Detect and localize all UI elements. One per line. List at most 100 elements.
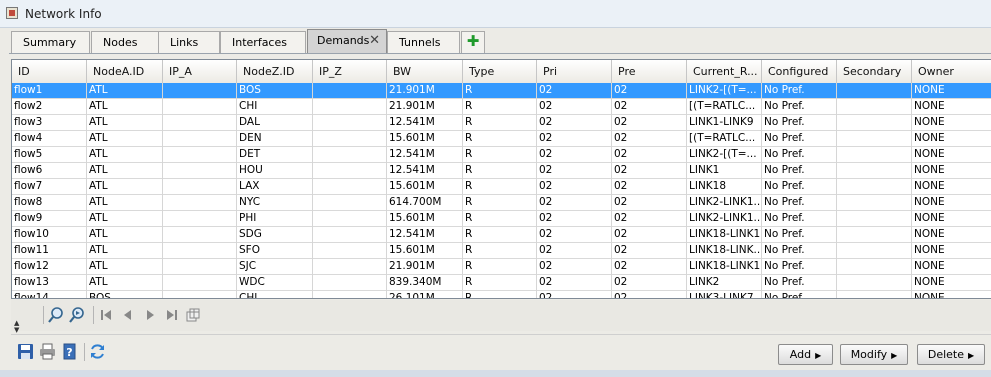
cell-id: flow8: [12, 195, 87, 211]
cell-id: flow10: [12, 227, 87, 243]
cell-ip-z: [313, 163, 387, 179]
column-header-nodez-id[interactable]: NodeZ.ID: [237, 60, 313, 83]
cell-type: R: [463, 291, 537, 298]
modify-label: Modify: [850, 348, 888, 361]
record-table-icon[interactable]: [184, 306, 202, 324]
cell-pri: 02: [537, 115, 612, 131]
add-tab-button[interactable]: ✚: [461, 31, 485, 53]
table-row[interactable]: flow7 ATL LAX 15.601M R 02 02 LINK18 No Pref. NON…: [12, 179, 991, 195]
column-header-owner[interactable]: Owner: [912, 60, 991, 83]
table-row[interactable]: flow4 ATL DEN 15.601M R 02 02 [(T=RATLC... No Pr…: [12, 131, 991, 147]
column-header-id[interactable]: ID: [12, 60, 87, 83]
cell-id: flow7: [12, 179, 87, 195]
tab-links[interactable]: Links: [158, 31, 220, 53]
cell-id: flow13: [12, 275, 87, 291]
cell-ip-a: [163, 259, 237, 275]
table-row[interactable]: flow12 ATL SJC 21.901M R 02 02 LINK18-LINK13 No …: [12, 259, 991, 275]
cell-bw: 26.101M: [387, 291, 463, 298]
cell-type: R: [463, 83, 537, 99]
cell-ip-z: [313, 115, 387, 131]
cell-secondary: [837, 243, 912, 259]
last-record-icon[interactable]: [163, 306, 181, 324]
cell-configured: No Pref.: [762, 259, 837, 275]
cell-pre: 02: [612, 131, 687, 147]
table-row[interactable]: flow11 ATL SFO 15.601M R 02 02 LINK18-LINK... No…: [12, 243, 991, 259]
tab-summary[interactable]: Summary: [11, 31, 90, 53]
print-icon[interactable]: [39, 343, 56, 360]
cell-ip-a: [163, 83, 237, 99]
column-header-current-route[interactable]: Current_R...: [687, 60, 762, 83]
cell-owner: NONE: [912, 195, 991, 211]
cell-secondary: [837, 211, 912, 227]
modify-button[interactable]: Modify ▶: [840, 344, 908, 365]
cell-type: R: [463, 243, 537, 259]
cell-secondary: [837, 275, 912, 291]
find-icon[interactable]: [47, 306, 65, 324]
cell-pre: 02: [612, 259, 687, 275]
table-row[interactable]: flow2 ATL CHI 21.901M R 02 02 [(T=RATLC... No Pr…: [12, 99, 991, 115]
table-row[interactable]: flow9 ATL PHI 15.601M R 02 02 LINK2-LINK1... No …: [12, 211, 991, 227]
cell-configured: No Pref.: [762, 243, 837, 259]
cell-pri: 02: [537, 163, 612, 179]
svg-text:?: ?: [66, 346, 72, 359]
cell-nodez-id: DET: [237, 147, 313, 163]
tab-divider: [9, 53, 991, 54]
window-title: Network Info: [25, 7, 102, 21]
cell-id: flow2: [12, 99, 87, 115]
cell-nodea-id: ATL: [87, 99, 163, 115]
tab-tunnels[interactable]: Tunnels: [387, 31, 460, 53]
table-row[interactable]: flow14 BOS CHI 26.101M R 02 02 LINK3-LINK7 No Pr…: [12, 291, 991, 298]
column-header-pri[interactable]: Pri: [537, 60, 612, 83]
cell-secondary: [837, 195, 912, 211]
save-icon[interactable]: [17, 343, 34, 360]
table-header: ID NodeA.ID IP_A NodeZ.ID IP_Z BW Type Pri Pre Cu…: [12, 60, 991, 84]
first-record-icon[interactable]: [97, 306, 115, 324]
chevron-right-icon: ▶: [968, 351, 975, 360]
column-header-nodea-id[interactable]: NodeA.ID: [87, 60, 163, 83]
delete-button[interactable]: Delete ▶: [917, 344, 985, 365]
cell-current-route: LINK2-LINK1...: [687, 211, 762, 227]
cell-nodea-id: ATL: [87, 275, 163, 291]
refresh-icon[interactable]: [89, 343, 106, 360]
close-tab-icon[interactable]: ✕: [369, 30, 380, 51]
column-header-configured[interactable]: Configured: [762, 60, 837, 83]
previous-record-icon[interactable]: [119, 306, 137, 324]
cell-pre: 02: [612, 99, 687, 115]
table-row[interactable]: flow6 ATL HOU 12.541M R 02 02 LINK1 No Pref. NONE: [12, 163, 991, 179]
table-row[interactable]: flow1 ATL BOS 21.901M R 02 02 LINK2-[(T=... No P…: [12, 83, 991, 99]
sort-indicator-icon: ▲ ▼: [14, 319, 20, 334]
help-icon[interactable]: ?: [61, 343, 78, 360]
cell-id: flow9: [12, 211, 87, 227]
tab-demands[interactable]: Demands ✕: [307, 29, 387, 54]
column-header-pre[interactable]: Pre: [612, 60, 687, 83]
table-row[interactable]: flow10 ATL SDG 12.541M R 02 02 LINK18-LINK12 No …: [12, 227, 991, 243]
tab-bar: Summary Nodes Links Interfaces Demands ✕…: [0, 28, 991, 56]
window-frame: [0, 370, 991, 377]
cell-ip-a: [163, 179, 237, 195]
cell-nodez-id: BOS: [237, 83, 313, 99]
title-bar: Network Info: [0, 0, 991, 28]
cell-nodea-id: ATL: [87, 83, 163, 99]
cell-pri: 02: [537, 99, 612, 115]
cell-ip-z: [313, 291, 387, 298]
column-header-type[interactable]: Type: [463, 60, 537, 83]
tab-nodes[interactable]: Nodes: [91, 31, 160, 53]
column-header-ip-a[interactable]: IP_A: [163, 60, 237, 83]
column-header-bw[interactable]: BW: [387, 60, 463, 83]
next-record-icon[interactable]: [141, 306, 159, 324]
cell-type: R: [463, 99, 537, 115]
column-header-secondary[interactable]: Secondary: [837, 60, 912, 83]
cell-ip-a: [163, 99, 237, 115]
add-button[interactable]: Add ▶: [778, 344, 833, 365]
table-row[interactable]: flow5 ATL DET 12.541M R 02 02 LINK2-[(T=... No P…: [12, 147, 991, 163]
demands-table[interactable]: ID NodeA.ID IP_A NodeZ.ID IP_Z BW Type Pri Pre Cu…: [11, 59, 991, 299]
table-row[interactable]: flow3 ATL DAL 12.541M R 02 02 LINK1-LINK9 No Pre…: [12, 115, 991, 131]
cell-id: flow6: [12, 163, 87, 179]
table-row[interactable]: flow13 ATL WDC 839.340M R 02 02 LINK2 No Pref. NO…: [12, 275, 991, 291]
find-next-icon[interactable]: [68, 306, 86, 324]
tab-interfaces[interactable]: Interfaces: [220, 31, 306, 53]
cell-nodea-id: ATL: [87, 195, 163, 211]
column-header-ip-z[interactable]: IP_Z: [313, 60, 387, 83]
action-bar: ? Add ▶ Modify ▶ Delete ▶: [11, 334, 991, 367]
table-row[interactable]: flow8 ATL NYC 614.700M R 02 02 LINK2-LINK1... No…: [12, 195, 991, 211]
